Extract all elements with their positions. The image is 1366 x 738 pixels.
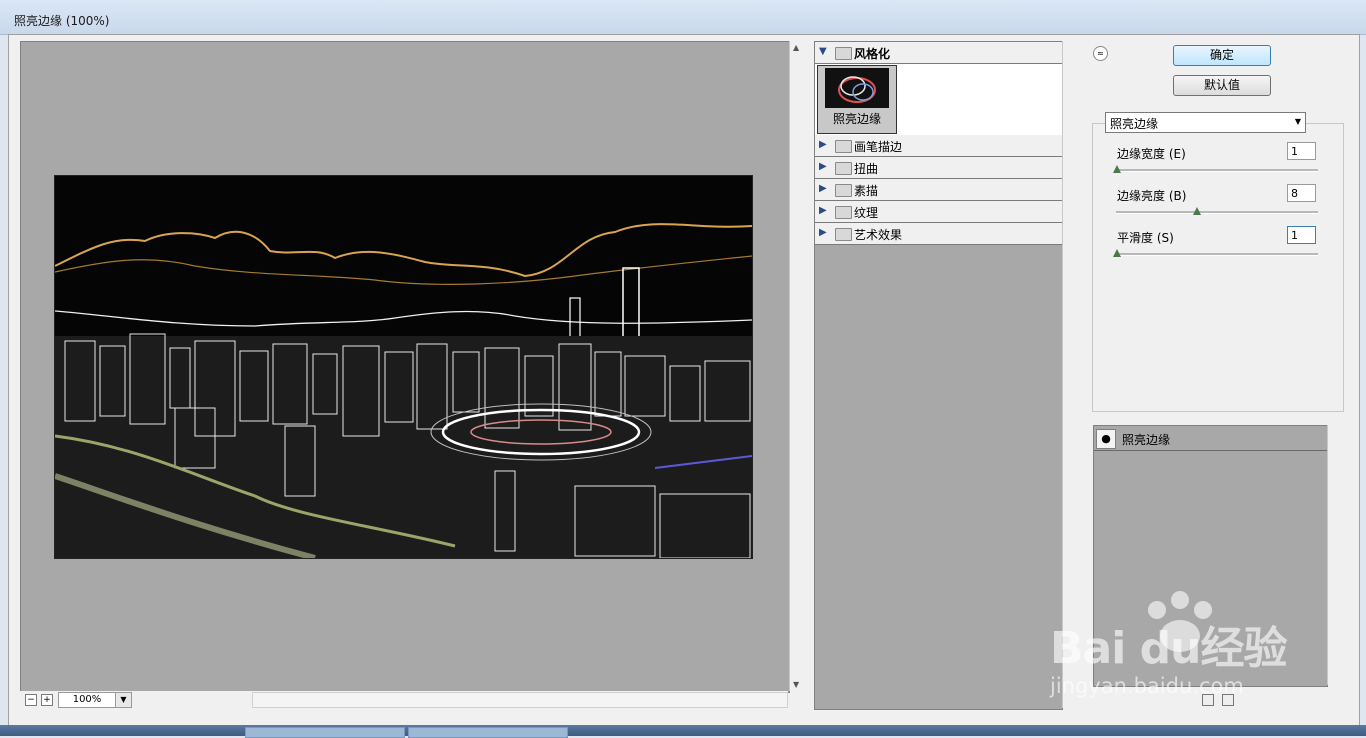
filter-gallery-list: ▼ 风格化 照亮边缘 ▶ 画笔描边 ▶ 扭曲 ▶ 素描 ▶ 纹理 ▶ 艺术效果 [814, 41, 1063, 710]
folder-icon [835, 228, 852, 241]
filter-settings-panel [1092, 123, 1344, 412]
triangle-right-icon: ▶ [819, 205, 827, 216]
folder-icon [835, 184, 852, 197]
thumbnail-label: 照亮边缘 [832, 112, 881, 126]
edge-brightness-slider[interactable] [1116, 211, 1318, 214]
category-artistic[interactable]: ▶ 艺术效果 [815, 223, 1062, 245]
category-label: 画笔描边 [854, 140, 903, 154]
category-label: 素描 [854, 184, 879, 198]
category-label: 风格化 [854, 47, 891, 61]
smoothness-label: 平滑度 (S) [1117, 231, 1174, 245]
preview-horizontal-scrollbar[interactable] [252, 692, 788, 708]
zoom-level[interactable]: 100% [58, 692, 116, 708]
scroll-up-icon[interactable]: ▲ [793, 43, 799, 52]
smoothness-input[interactable]: 1 [1287, 226, 1316, 244]
taskbar-item[interactable] [245, 727, 405, 738]
collapse-gallery-button[interactable]: ≈ [1093, 46, 1108, 61]
default-button[interactable]: 默认值 [1173, 75, 1271, 96]
filter-preview-thumbnail [825, 68, 889, 108]
zoom-in-button[interactable]: + [41, 694, 53, 706]
triangle-right-icon: ▶ [819, 227, 827, 238]
eye-icon[interactable]: ● [1096, 429, 1116, 449]
taskbar-item[interactable] [408, 727, 568, 738]
zoom-bar: − + 100% ▼ [20, 691, 788, 709]
category-texture[interactable]: ▶ 纹理 [815, 201, 1062, 223]
baidu-watermark: Bai du经验 jingyan.baidu.com [1050, 590, 1310, 710]
preview-vertical-scrollbar[interactable]: ▲ ▼ [789, 41, 804, 691]
folder-icon [835, 206, 852, 219]
effect-layer-name: 照亮边缘 [1122, 433, 1171, 447]
folder-icon [835, 140, 852, 153]
edge-width-slider[interactable] [1116, 169, 1318, 172]
filter-select[interactable]: 照亮边缘 ▼ [1105, 112, 1306, 133]
taskbar [0, 725, 1366, 738]
watermark-url: jingyan.baidu.com [1050, 674, 1244, 698]
edge-brightness-label: 边缘亮度 (B) [1117, 189, 1187, 203]
effect-layer-row[interactable]: ● 照亮边缘 [1094, 426, 1327, 451]
filter-thumbnail-glowing-edges[interactable]: 照亮边缘 [817, 65, 897, 134]
edge-brightness-slider-handle[interactable] [1193, 207, 1201, 215]
smoothness-slider-handle[interactable] [1113, 249, 1121, 257]
title-bar: 照亮边缘 (100%) [0, 0, 1366, 35]
layers-scrollbar[interactable] [1327, 425, 1341, 685]
category-sketch[interactable]: ▶ 素描 [815, 179, 1062, 201]
category-label: 艺术效果 [854, 228, 903, 242]
filter-thumbnails: 照亮边缘 [815, 64, 1062, 136]
triangle-down-icon: ▼ [819, 46, 827, 57]
category-stylize[interactable]: ▼ 风格化 [815, 42, 1062, 64]
glowing-edges-city-image [55, 176, 752, 558]
chevron-down-icon: ▼ [120, 695, 127, 704]
chevron-down-icon: ▼ [1294, 117, 1301, 126]
double-chevron-up-icon: ≈ [1097, 49, 1104, 58]
zoom-dropdown[interactable]: ▼ [115, 692, 132, 708]
triangle-right-icon: ▶ [819, 183, 827, 194]
preview-image [54, 175, 753, 559]
edge-width-slider-handle[interactable] [1113, 165, 1121, 173]
knot-icon [838, 76, 876, 103]
ok-button[interactable]: 确定 [1173, 45, 1271, 66]
zoom-out-button[interactable]: − [25, 694, 37, 706]
scroll-down-icon[interactable]: ▼ [793, 680, 799, 689]
edge-brightness-input[interactable]: 8 [1287, 184, 1316, 202]
triangle-right-icon: ▶ [819, 161, 827, 172]
folder-icon [835, 47, 852, 60]
category-distort[interactable]: ▶ 扭曲 [815, 157, 1062, 179]
smoothness-slider[interactable] [1116, 253, 1318, 256]
folder-icon [835, 162, 852, 175]
window-title: 照亮边缘 (100%) [14, 14, 110, 28]
filter-select-value: 照亮边缘 [1110, 117, 1159, 131]
category-brush-strokes[interactable]: ▶ 画笔描边 [815, 135, 1062, 157]
category-label: 扭曲 [854, 162, 879, 176]
triangle-right-icon: ▶ [819, 139, 827, 150]
edge-width-label: 边缘宽度 (E) [1117, 147, 1186, 161]
edge-width-input[interactable]: 1 [1287, 142, 1316, 160]
watermark-brand: Bai du经验 [1050, 623, 1287, 674]
category-label: 纹理 [854, 206, 879, 220]
